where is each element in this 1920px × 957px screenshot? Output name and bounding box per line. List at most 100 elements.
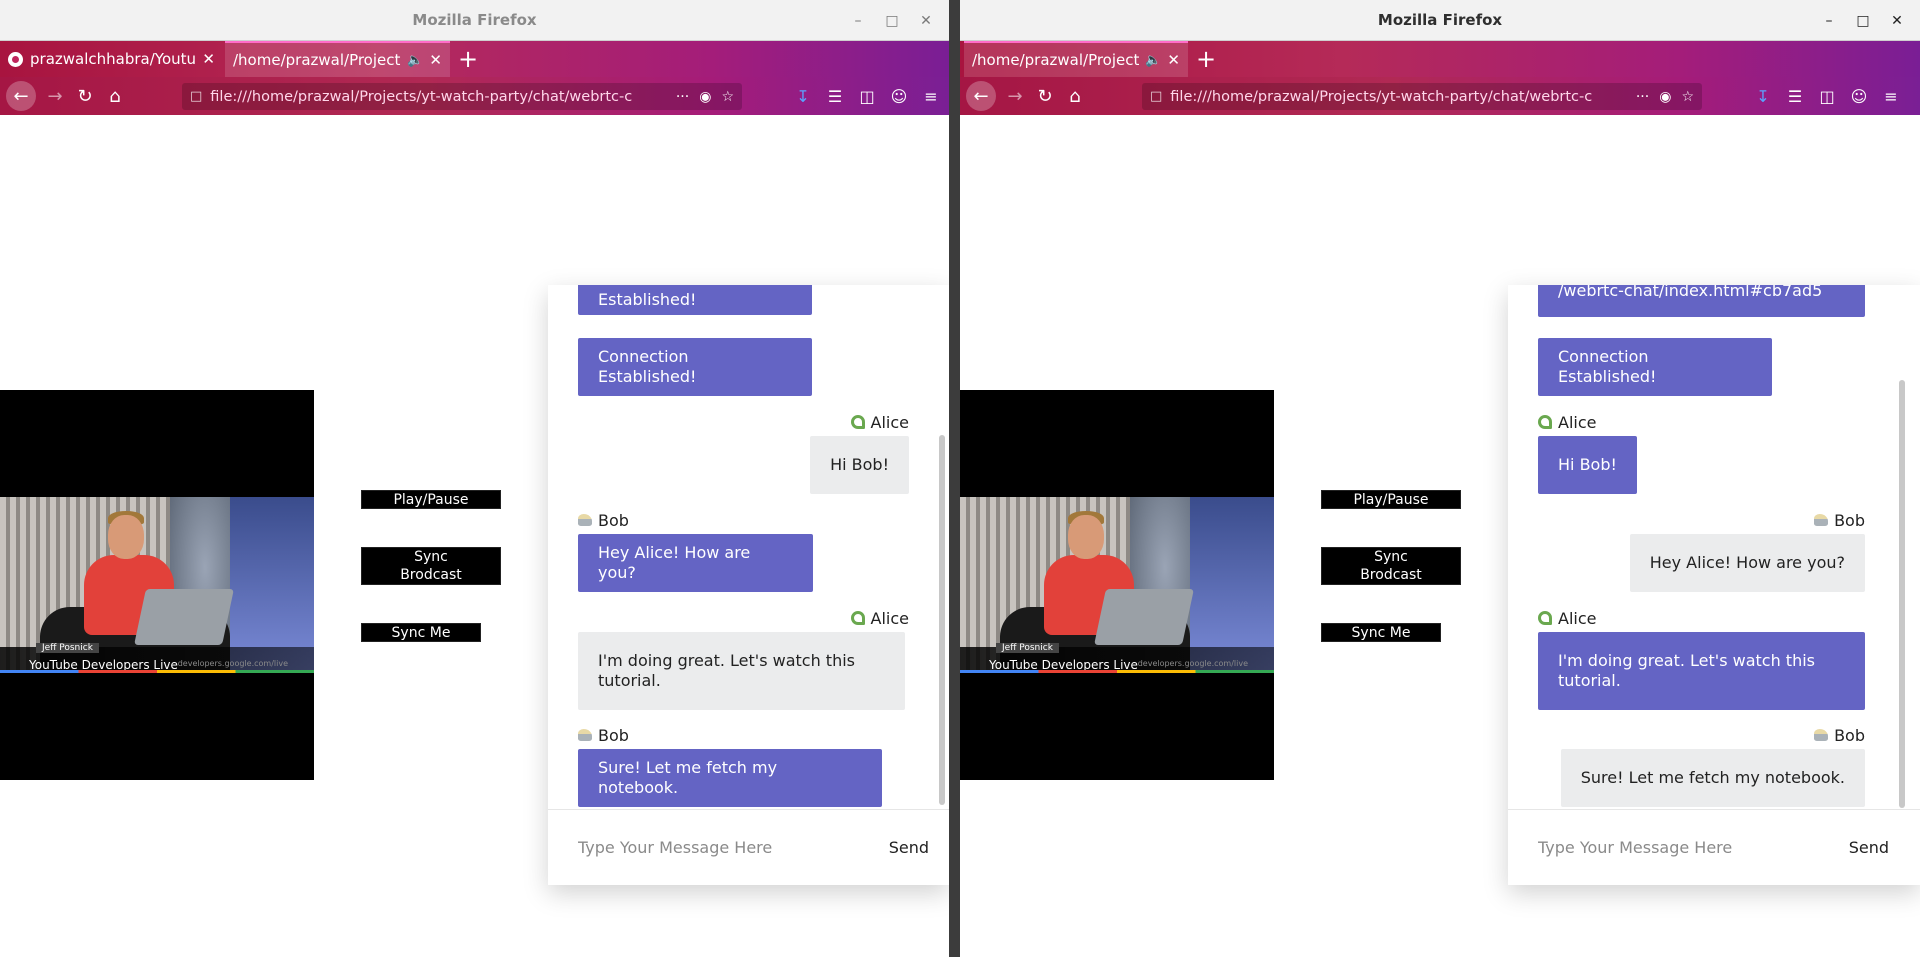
message-bubble: Hey Alice! How are you? bbox=[1629, 534, 1865, 592]
url-bar[interactable]: □ file:///home/prazwal/Projects/yt-watch… bbox=[182, 83, 742, 110]
sender-label: Bob bbox=[578, 725, 629, 745]
close-tab-icon[interactable]: ✕ bbox=[202, 50, 215, 68]
tab-label: prazwalchhabra/Youtube bbox=[30, 50, 197, 68]
github-icon bbox=[8, 51, 23, 67]
more-icon[interactable]: ··· bbox=[676, 89, 689, 105]
message-bubble: Sure! Let me fetch my notebook. bbox=[578, 749, 882, 807]
chat-input-row: Send bbox=[1508, 809, 1920, 885]
maximize-icon[interactable]: □ bbox=[1846, 13, 1880, 29]
send-button[interactable]: Send bbox=[889, 838, 929, 857]
play-pause-button[interactable]: Play/Pause bbox=[361, 490, 501, 509]
reload-icon[interactable]: ↻ bbox=[1030, 81, 1060, 111]
download-icon[interactable]: ↧ bbox=[1747, 81, 1779, 111]
sender-label: Bob bbox=[1814, 510, 1865, 530]
alice-avatar-icon bbox=[1538, 415, 1552, 429]
more-icon[interactable]: ··· bbox=[1636, 89, 1649, 105]
window-title: Mozilla Firefox bbox=[1377, 11, 1503, 29]
url-bar[interactable]: □ file:///home/prazwal/Projects/yt-watch… bbox=[1142, 83, 1702, 110]
new-tab-icon[interactable]: + bbox=[450, 41, 486, 77]
close-tab-icon[interactable]: ✕ bbox=[1167, 51, 1180, 69]
sidebar-icon[interactable]: ◫ bbox=[1811, 81, 1843, 111]
account-icon[interactable]: ☺ bbox=[1843, 81, 1875, 111]
message-list[interactable]: /webrtc-chat/index.html#cb7ad5 Connectio… bbox=[1508, 285, 1920, 809]
chat-scrollbar[interactable] bbox=[1899, 380, 1905, 808]
message-bubble: I'm doing great. Let's watch this tutori… bbox=[1538, 632, 1865, 710]
tab-label: /home/prazwal/Projects/ bbox=[972, 51, 1140, 69]
forward-arrow-icon[interactable]: → bbox=[40, 81, 70, 111]
video-frame: Jeff Posnick YouTube Developers Live dev… bbox=[0, 497, 314, 673]
title-bar[interactable]: Mozilla Firefox – □ ✕ bbox=[960, 0, 1920, 41]
back-arrow-icon[interactable]: ← bbox=[6, 81, 36, 111]
menu-icon[interactable]: ≡ bbox=[915, 81, 947, 111]
bookmark-star-icon[interactable]: ☆ bbox=[721, 89, 734, 105]
account-icon[interactable]: ☺ bbox=[883, 81, 915, 111]
video-name-tag: Jeff Posnick bbox=[996, 643, 1059, 653]
close-tab-icon[interactable]: ✕ bbox=[429, 51, 442, 69]
sync-me-button[interactable]: Sync Me bbox=[361, 623, 481, 642]
message-bubble: Hi Bob! bbox=[810, 436, 909, 494]
message-bubble: I'm doing great. Let's watch this tutori… bbox=[578, 632, 905, 710]
alice-avatar-icon bbox=[850, 611, 865, 625]
sync-broadcast-button[interactable]: Sync Brodcast bbox=[361, 547, 501, 585]
browser-window-right: Mozilla Firefox – □ ✕ /home/prazwal/Proj… bbox=[960, 0, 1920, 957]
tab-local-file[interactable]: /home/prazwal/Projects/ 🔈 ✕ bbox=[964, 41, 1188, 77]
speaker-icon[interactable]: 🔈 bbox=[407, 53, 423, 68]
message-bubble: Hi Bob! bbox=[1538, 436, 1637, 494]
url-text[interactable]: file:///home/prazwal/Projects/yt-watch-p… bbox=[1170, 89, 1626, 105]
message-bubble: /webrtc-chat/index.html#cb7ad5 bbox=[1538, 285, 1865, 317]
sender-label: Alice bbox=[850, 412, 909, 432]
video-player[interactable]: Jeff Posnick YouTube Developers Live dev… bbox=[0, 390, 314, 780]
bob-avatar-icon bbox=[578, 514, 592, 526]
reload-icon[interactable]: ↻ bbox=[70, 81, 100, 111]
home-icon[interactable]: ⌂ bbox=[100, 81, 130, 111]
speaker-icon[interactable]: 🔈 bbox=[1145, 53, 1161, 68]
message-bubble: Connection Established! bbox=[578, 285, 812, 315]
bob-avatar-icon bbox=[578, 729, 592, 741]
close-icon[interactable]: ✕ bbox=[909, 13, 943, 29]
pocket-icon[interactable]: ◉ bbox=[1659, 89, 1671, 105]
tab-local-file[interactable]: /home/prazwal/Projects/ 🔈 ✕ bbox=[225, 41, 450, 77]
library-icon[interactable]: ☰ bbox=[819, 81, 851, 111]
title-bar[interactable]: Mozilla Firefox – □ ✕ bbox=[0, 0, 949, 41]
video-name-tag: Jeff Posnick bbox=[36, 643, 99, 653]
alice-avatar-icon bbox=[850, 415, 865, 429]
chat-scrollbar[interactable] bbox=[939, 435, 945, 805]
window-title: Mozilla Firefox bbox=[412, 11, 537, 29]
sender-label: Alice bbox=[1538, 608, 1596, 628]
close-icon[interactable]: ✕ bbox=[1880, 13, 1914, 29]
sender-label: Bob bbox=[578, 510, 629, 530]
maximize-icon[interactable]: □ bbox=[875, 13, 909, 29]
sender-label: Bob bbox=[1814, 725, 1865, 745]
video-frame: Jeff Posnick YouTube Developers Live dev… bbox=[960, 497, 1274, 673]
download-icon[interactable]: ↧ bbox=[787, 81, 819, 111]
minimize-icon[interactable]: – bbox=[1812, 13, 1846, 29]
library-icon[interactable]: ☰ bbox=[1779, 81, 1811, 111]
pocket-icon[interactable]: ◉ bbox=[699, 89, 711, 105]
bookmark-star-icon[interactable]: ☆ bbox=[1681, 89, 1694, 105]
home-icon[interactable]: ⌂ bbox=[1060, 81, 1090, 111]
minimize-icon[interactable]: – bbox=[841, 13, 875, 29]
message-input[interactable] bbox=[1538, 838, 1808, 857]
sender-label: Alice bbox=[850, 608, 909, 628]
play-pause-button[interactable]: Play/Pause bbox=[1321, 490, 1461, 509]
video-site: developers.google.com/live bbox=[1137, 659, 1248, 668]
forward-arrow-icon[interactable]: → bbox=[1000, 81, 1030, 111]
alice-avatar-icon bbox=[1538, 611, 1552, 625]
tab-github[interactable]: prazwalchhabra/Youtube ✕ bbox=[0, 41, 223, 77]
sidebar-icon[interactable]: ◫ bbox=[851, 81, 883, 111]
message-input[interactable] bbox=[578, 838, 848, 857]
sync-me-button[interactable]: Sync Me bbox=[1321, 623, 1441, 642]
message-bubble: Hey Alice! How are you? bbox=[578, 534, 813, 592]
back-arrow-icon[interactable]: ← bbox=[966, 81, 996, 111]
page-content: Jeff Posnick YouTube Developers Live dev… bbox=[960, 115, 1920, 957]
video-player[interactable]: Jeff Posnick YouTube Developers Live dev… bbox=[960, 390, 1274, 780]
message-list[interactable]: Connection Established! Connection Estab… bbox=[548, 285, 949, 809]
send-button[interactable]: Send bbox=[1849, 838, 1889, 857]
sync-broadcast-button[interactable]: Sync Brodcast bbox=[1321, 547, 1461, 585]
sender-label: Alice bbox=[1538, 412, 1596, 432]
new-tab-icon[interactable]: + bbox=[1188, 41, 1224, 77]
chat-panel: Connection Established! Connection Estab… bbox=[548, 285, 949, 885]
url-text[interactable]: file:///home/prazwal/Projects/yt-watch-p… bbox=[210, 89, 666, 105]
chat-panel: /webrtc-chat/index.html#cb7ad5 Connectio… bbox=[1508, 285, 1920, 885]
menu-icon[interactable]: ≡ bbox=[1875, 81, 1907, 111]
